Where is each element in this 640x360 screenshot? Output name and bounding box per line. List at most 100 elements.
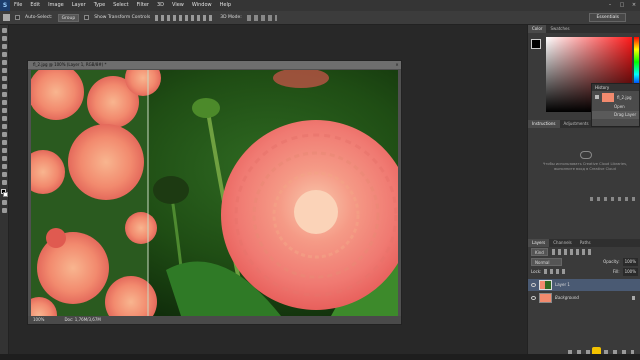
taskbar-strip xyxy=(0,354,640,360)
auto-select-checkbox[interactable] xyxy=(15,15,20,20)
menu-window[interactable]: Window xyxy=(188,0,216,11)
3d-mode-icons[interactable] xyxy=(246,14,277,21)
history-item-label: Open xyxy=(614,104,625,109)
menu-bar: S File Edit Image Layer Type Select Filt… xyxy=(0,0,640,11)
opacity-label: Opacity: xyxy=(603,259,620,264)
workspace-dropdown[interactable]: Essentials xyxy=(589,13,626,22)
gradient-tool-icon[interactable] xyxy=(2,116,7,121)
cc-message: Чтобы использовать Creative Cloud Librar… xyxy=(542,162,628,171)
right-panel-dock: Color Swatches Instructions Adjustments … xyxy=(527,25,640,360)
layer-thumbnail xyxy=(539,280,552,290)
layer-thumbnail xyxy=(539,293,552,303)
menu-layer[interactable]: Layer xyxy=(68,0,90,11)
history-panel: History fl_2.jpg Open Drag Layer xyxy=(591,83,640,127)
layer-name[interactable]: Background xyxy=(555,292,579,304)
eyedropper-tool-icon[interactable] xyxy=(2,68,7,73)
history-item-drag-layer[interactable]: Drag Layer xyxy=(592,111,639,119)
align-icons[interactable] xyxy=(155,14,216,21)
marquee-tool-icon[interactable] xyxy=(2,36,7,41)
shape-tool-icon[interactable] xyxy=(2,164,7,169)
menu-help[interactable]: Help xyxy=(216,0,235,11)
healing-tool-icon[interactable] xyxy=(2,76,7,81)
history-snapshot[interactable]: fl_2.jpg xyxy=(592,91,639,103)
auto-select-label: Auto-Select: xyxy=(25,15,53,20)
lock-icons[interactable] xyxy=(544,269,569,274)
quick-mask-icon[interactable] xyxy=(2,200,7,205)
color-panel-tabs: Color Swatches xyxy=(528,25,640,33)
pen-tool-icon[interactable] xyxy=(2,140,7,145)
eye-icon[interactable] xyxy=(531,283,536,287)
path-select-tool-icon[interactable] xyxy=(2,156,7,161)
dodge-tool-icon[interactable] xyxy=(2,132,7,137)
eye-icon[interactable] xyxy=(531,296,536,300)
history-item-open[interactable]: Open xyxy=(592,103,639,111)
menu-edit[interactable]: Edit xyxy=(26,0,44,11)
zoom-level[interactable]: 100% xyxy=(33,316,44,324)
menu-filter[interactable]: Filter xyxy=(133,0,153,11)
layer-name[interactable]: Layer 1 xyxy=(555,279,570,291)
brush-tool-icon[interactable] xyxy=(2,84,7,89)
doc-size: Doc: 1,76M/3,67M xyxy=(64,317,101,322)
layer-row-layer1[interactable]: Layer 1 xyxy=(528,279,640,291)
auto-select-dropdown[interactable]: Group xyxy=(57,13,80,22)
background-color-swatch[interactable] xyxy=(3,192,8,197)
tab-paths[interactable]: Paths xyxy=(576,239,595,247)
brush-icon xyxy=(595,95,599,99)
lasso-tool-icon[interactable] xyxy=(2,44,7,49)
document-title: fl_2.jpg @ 100% (Layer 1, RGB/8#) * xyxy=(33,62,107,67)
opacity-value[interactable]: 100% xyxy=(622,258,638,266)
fill-label: Fill: xyxy=(612,269,620,274)
crop-tool-icon[interactable] xyxy=(2,60,7,65)
close-icon[interactable]: × xyxy=(393,61,401,69)
kind-dropdown[interactable]: Kind xyxy=(531,248,548,256)
document-tab[interactable]: fl_2.jpg @ 100% (Layer 1, RGB/8#) * × xyxy=(28,61,401,69)
fg-bg-swatches[interactable] xyxy=(531,39,541,49)
layer-filter-row: Kind xyxy=(531,248,638,256)
fill-value[interactable]: 100% xyxy=(622,268,638,276)
history-title: History xyxy=(592,84,639,91)
filter-icons[interactable] xyxy=(551,249,592,255)
screen-mode-icon[interactable] xyxy=(2,208,7,213)
show-transform-checkbox[interactable] xyxy=(84,15,90,20)
tools-panel xyxy=(0,25,9,360)
tab-channels[interactable]: Channels xyxy=(549,239,576,247)
snapshot-name: fl_2.jpg xyxy=(617,94,632,100)
menu-select[interactable]: Select xyxy=(109,0,132,11)
window-controls: – □ × xyxy=(604,0,640,11)
tab-color[interactable]: Color xyxy=(528,25,547,33)
menu-image[interactable]: Image xyxy=(44,0,68,11)
history-brush-tool-icon[interactable] xyxy=(2,100,7,105)
move-tool-icon[interactable] xyxy=(3,14,10,21)
zoom-tool-icon[interactable] xyxy=(2,180,7,185)
menu-3d[interactable]: 3D xyxy=(153,0,168,11)
type-tool-icon[interactable] xyxy=(2,148,7,153)
history-item-label: Drag Layer xyxy=(614,112,637,117)
move-tool-icon[interactable] xyxy=(2,28,7,33)
3d-mode-label: 3D Mode: xyxy=(220,15,242,20)
menu-view[interactable]: View xyxy=(168,0,188,11)
tab-instructions[interactable]: Instructions xyxy=(528,120,560,128)
stamp-tool-icon[interactable] xyxy=(2,92,7,97)
cc-panel-buttons[interactable] xyxy=(590,197,636,201)
menu-type[interactable]: Type xyxy=(90,0,109,11)
image-canvas[interactable] xyxy=(31,70,398,316)
tab-adjustments[interactable]: Adjustments xyxy=(560,120,593,128)
show-transform-label: Show Transform Controls xyxy=(94,15,151,20)
hand-tool-icon[interactable] xyxy=(2,172,7,177)
lock-icon xyxy=(632,296,635,300)
minimize-button[interactable]: – xyxy=(604,0,616,11)
document-status-bar: 100% Doc: 1,76M/3,67M xyxy=(28,316,401,324)
blend-mode-dropdown[interactable]: Normal xyxy=(531,258,563,266)
eraser-tool-icon[interactable] xyxy=(2,108,7,113)
blend-row: Normal Opacity: 100% xyxy=(531,258,638,266)
layer-row-background[interactable]: Background xyxy=(528,292,640,304)
close-button[interactable]: × xyxy=(628,0,640,11)
lock-row: Lock: Fill: 100% xyxy=(531,268,638,276)
quick-select-tool-icon[interactable] xyxy=(2,52,7,57)
maximize-button[interactable]: □ xyxy=(616,0,628,11)
tab-swatches[interactable]: Swatches xyxy=(546,25,573,33)
document-window: fl_2.jpg @ 100% (Layer 1, RGB/8#) * × 10… xyxy=(27,60,402,325)
menu-file[interactable]: File xyxy=(10,0,26,11)
tab-layers[interactable]: Layers xyxy=(528,239,550,247)
blur-tool-icon[interactable] xyxy=(2,124,7,129)
